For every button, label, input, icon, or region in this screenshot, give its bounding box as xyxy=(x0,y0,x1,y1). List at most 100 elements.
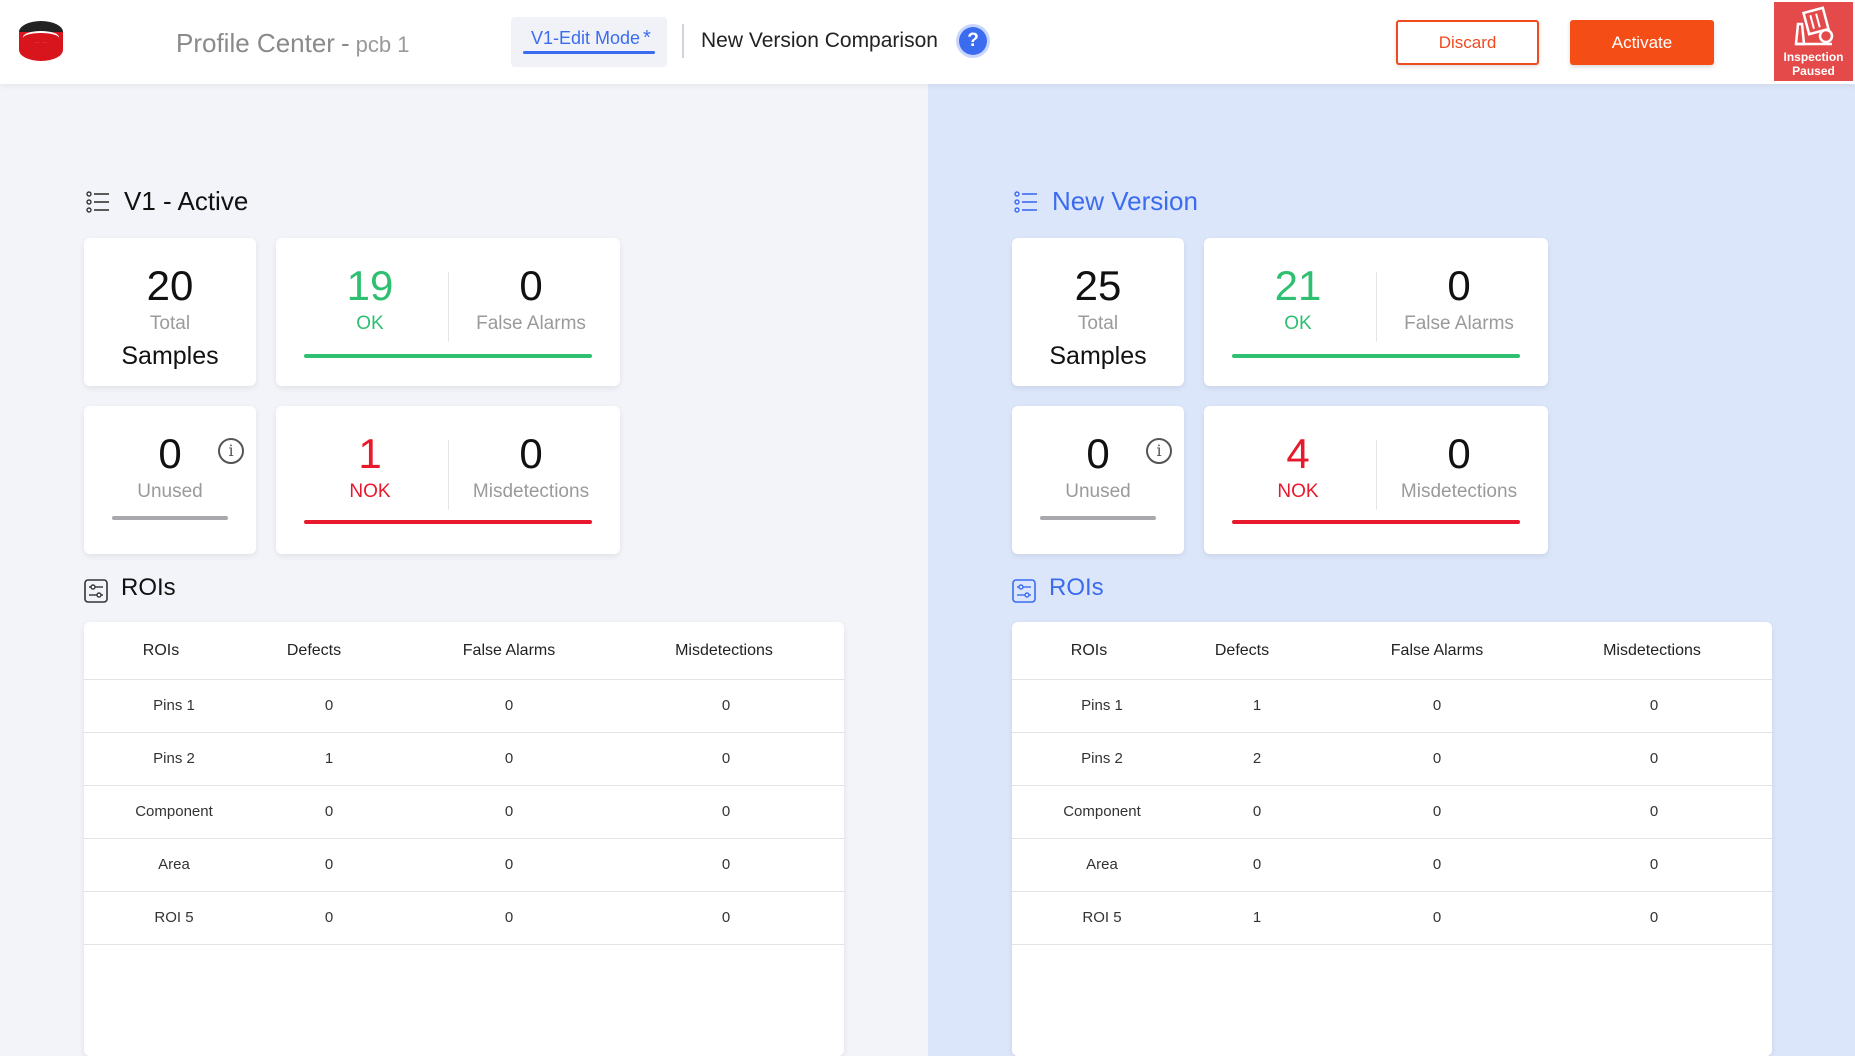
misdetections-cell: 0 xyxy=(721,697,731,714)
table-row[interactable]: Area 0 0 0 xyxy=(84,839,844,892)
table-row[interactable]: Pins 2 1 0 0 xyxy=(84,733,844,786)
active-version-panel: V1 - Active 20 Total Samples 19 OK 0 Fal… xyxy=(0,84,928,1056)
inspection-status-line1: Inspection xyxy=(1783,50,1844,64)
unused-card: 0 Unused i xyxy=(84,406,256,554)
defects-cell: 1 xyxy=(1252,697,1262,714)
column-header-misdetections[interactable]: Misdetections xyxy=(1572,642,1732,660)
nok-bar xyxy=(304,520,592,524)
rois-title: ROIs xyxy=(121,574,176,601)
comparison-title: New Version Comparison xyxy=(701,29,938,52)
column-header-false-alarms[interactable]: False Alarms xyxy=(1362,642,1512,660)
rois-table: ROIs Defects False Alarms Misdetections … xyxy=(1012,622,1772,1056)
table-row[interactable]: Component 0 0 0 xyxy=(1012,786,1772,839)
misdetections-cell: 0 xyxy=(721,803,731,820)
total-label: Total xyxy=(1077,313,1119,334)
misdetections-cell: 0 xyxy=(1649,909,1659,926)
misdetections-cell: 0 xyxy=(1649,803,1659,820)
page-title: Profile Center - pcb 1 xyxy=(176,28,409,59)
table-row[interactable]: Component 0 0 0 xyxy=(84,786,844,839)
table-row[interactable]: Pins 1 1 0 0 xyxy=(1012,680,1772,733)
title-separator: - xyxy=(340,28,350,58)
column-header-false-alarms[interactable]: False Alarms xyxy=(434,642,584,660)
help-icon[interactable]: ? xyxy=(959,27,987,55)
conveyor-paused-icon xyxy=(1794,6,1834,46)
inspection-paused-button[interactable]: Inspection Paused xyxy=(1774,2,1853,81)
defects-cell: 0 xyxy=(1252,803,1262,820)
info-icon[interactable]: i xyxy=(1146,438,1172,464)
table-row[interactable]: ROI 5 0 0 0 xyxy=(84,892,844,945)
false-alarms-cell: 0 xyxy=(1432,909,1442,926)
table-row[interactable]: Pins 2 2 0 0 xyxy=(1012,733,1772,786)
roi-name-cell: Pins 2 xyxy=(1081,750,1123,767)
defects-cell: 1 xyxy=(1252,909,1262,926)
edit-mode-tab[interactable]: V1-Edit Mode * xyxy=(511,17,667,67)
table-row[interactable]: Area 0 0 0 xyxy=(1012,839,1772,892)
false-alarms-cell: 0 xyxy=(504,697,514,714)
roi-settings-icon xyxy=(84,579,108,603)
unused-bar xyxy=(1040,516,1156,520)
info-icon[interactable]: i xyxy=(218,438,244,464)
table-row[interactable]: ROI 5 1 0 0 xyxy=(1012,892,1772,945)
card-divider xyxy=(1376,272,1377,342)
false-alarms-label: False Alarms xyxy=(476,313,586,334)
column-header-defects[interactable]: Defects xyxy=(264,642,364,660)
roi-name-cell: Pins 1 xyxy=(1081,697,1123,714)
new-version-panel: New Version 25 Total Samples 21 OK 0 Fal… xyxy=(928,84,1855,1056)
ok-value: 21 xyxy=(1274,262,1322,309)
false-alarms-cell: 0 xyxy=(504,909,514,926)
misdetections-cell: 0 xyxy=(1649,856,1659,873)
total-label: Total xyxy=(149,313,191,334)
rois-table: ROIs Defects False Alarms Misdetections … xyxy=(84,622,844,1056)
nok-value: 1 xyxy=(358,430,382,477)
list-icon xyxy=(1014,191,1037,213)
misdetections-value: 0 xyxy=(1447,430,1471,477)
table-header: ROIs Defects False Alarms Misdetections xyxy=(1012,622,1772,680)
defects-cell: 1 xyxy=(324,750,334,767)
profile-name: pcb 1 xyxy=(355,32,410,57)
misdetections-cell: 0 xyxy=(721,856,731,873)
defects-cell: 0 xyxy=(324,856,334,873)
edit-mode-label: V1-Edit Mode xyxy=(531,28,641,48)
inspection-status-line2: Paused xyxy=(1792,64,1835,78)
nok-value: 4 xyxy=(1286,430,1310,477)
ok-bar xyxy=(1232,354,1520,358)
rois-title: ROIs xyxy=(1049,574,1104,601)
column-header-rois[interactable]: ROIs xyxy=(124,642,198,660)
roi-name-cell: Area xyxy=(1086,856,1118,873)
active-tab-underline xyxy=(523,51,655,54)
ok-false-alarms-card: 21 OK 0 False Alarms xyxy=(1204,238,1548,386)
nok-misdetections-card: 1 NOK 0 Misdetections xyxy=(276,406,620,554)
roi-name-cell: Pins 2 xyxy=(153,750,195,767)
nok-bar xyxy=(1232,520,1520,524)
defects-cell: 2 xyxy=(1252,750,1262,767)
active-version-title: V1 - Active xyxy=(124,186,249,216)
false-alarms-cell: 0 xyxy=(1432,697,1442,714)
defects-cell: 0 xyxy=(324,909,334,926)
roi-name-cell: ROI 5 xyxy=(1082,909,1122,926)
defects-cell: 0 xyxy=(1252,856,1262,873)
discard-button[interactable]: Discard xyxy=(1396,20,1539,65)
list-icon xyxy=(86,191,109,213)
defects-cell: 0 xyxy=(324,697,334,714)
table-row[interactable]: Pins 1 0 0 0 xyxy=(84,680,844,733)
total-value: 25 xyxy=(1074,262,1122,309)
unsaved-asterisk: * xyxy=(643,27,651,49)
activate-button[interactable]: Activate xyxy=(1570,20,1714,65)
new-version-title: New Version xyxy=(1052,186,1198,216)
top-header: Profile Center - pcb 1 V1-Edit Mode * New … xyxy=(0,0,1855,84)
samples-label: Samples xyxy=(1049,342,1147,370)
app-logo-icon[interactable] xyxy=(18,18,64,64)
unused-card: 0 Unused i xyxy=(1012,406,1184,554)
false-alarms-value: 0 xyxy=(1447,262,1471,309)
card-divider xyxy=(1376,440,1377,510)
roi-name-cell: ROI 5 xyxy=(154,909,194,926)
column-header-misdetections[interactable]: Misdetections xyxy=(644,642,804,660)
false-alarms-label: False Alarms xyxy=(1404,313,1514,334)
column-header-defects[interactable]: Defects xyxy=(1192,642,1292,660)
false-alarms-cell: 0 xyxy=(1432,856,1442,873)
defects-cell: 0 xyxy=(324,803,334,820)
total-samples-card: 20 Total Samples xyxy=(84,238,256,386)
column-header-rois[interactable]: ROIs xyxy=(1052,642,1126,660)
unused-label: Unused xyxy=(1065,481,1131,502)
ok-false-alarms-card: 19 OK 0 False Alarms xyxy=(276,238,620,386)
